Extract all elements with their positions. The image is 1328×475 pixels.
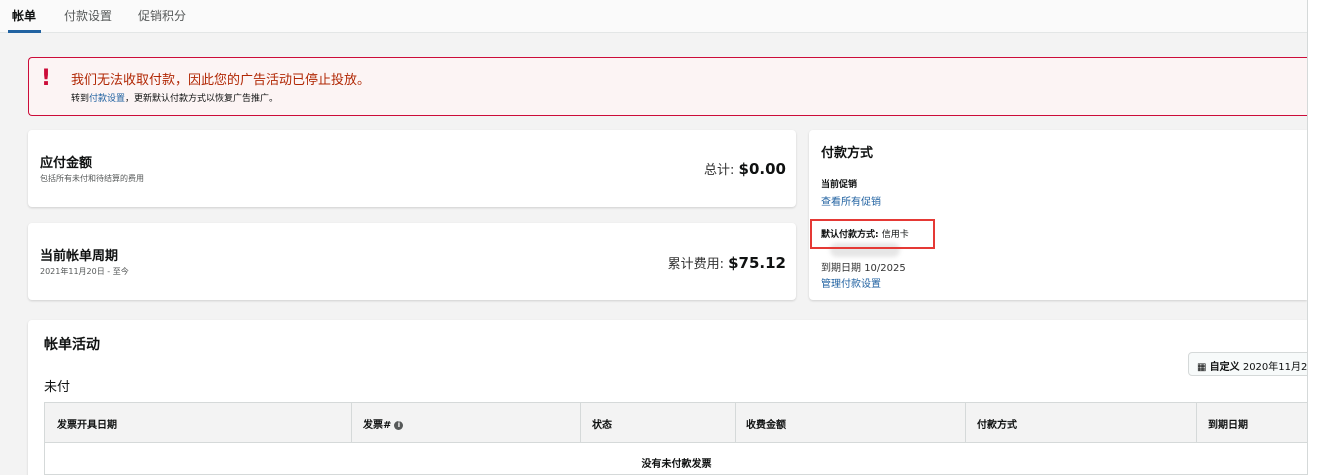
amount-due-subtitle: 包括所有未付和待结算的费用 bbox=[40, 174, 144, 183]
alert-title: 我们无法收取付款，因此您的广告活动已停止投放。 bbox=[71, 73, 371, 88]
right-panel-edge bbox=[1307, 0, 1328, 475]
col-due-date[interactable]: 到期日期 bbox=[1208, 416, 1248, 431]
column-divider bbox=[735, 403, 736, 443]
accrued-label: 累计费用: bbox=[667, 257, 724, 272]
amount-due-title: 应付金额 bbox=[40, 156, 93, 171]
billing-activity-title: 帐单活动 bbox=[44, 337, 100, 353]
col-status[interactable]: 状态 bbox=[592, 416, 612, 431]
empty-table-message: 没有未付款发票 bbox=[641, 459, 712, 470]
info-icon[interactable]: i bbox=[394, 420, 404, 430]
expiry-label: 到期日期 bbox=[821, 263, 861, 274]
col-invoice-date[interactable]: 发票开具日期 bbox=[57, 416, 117, 431]
column-divider bbox=[351, 403, 352, 443]
total-label: 总计: bbox=[704, 163, 735, 178]
unpaid-invoices-table: 发票开具日期 发票# i 状态 收费金额 付款方式 到期日期 没有未付款发票 bbox=[44, 402, 1308, 475]
payment-failed-alert: ! 我们无法收取付款，因此您的广告活动已停止投放。 转到付款设置，更新默认付款方… bbox=[28, 57, 1307, 116]
alert-body: 转到付款设置，更新默认付款方式以恢复广告推广。 bbox=[71, 91, 278, 104]
alert-icon: ! bbox=[41, 66, 52, 91]
total-value: $0.00 bbox=[738, 160, 786, 178]
col-invoice-number-label: 发票# bbox=[363, 420, 392, 431]
column-divider bbox=[580, 403, 581, 443]
date-filter-label: 自定义 bbox=[1209, 362, 1240, 373]
calendar-icon: ▦ bbox=[1197, 362, 1207, 373]
column-divider bbox=[965, 403, 966, 443]
active-tab-indicator bbox=[8, 30, 41, 33]
unpaid-section-label: 未付 bbox=[44, 380, 71, 395]
accrued-value: $75.12 bbox=[728, 254, 786, 272]
date-filter-value: 2020年11月2 bbox=[1242, 362, 1308, 373]
manage-payment-settings-link[interactable]: 管理付款设置 bbox=[821, 275, 881, 290]
col-payment-method[interactable]: 付款方式 bbox=[977, 416, 1017, 431]
card-expiry: 到期日期 10/2025 bbox=[821, 259, 906, 274]
amount-due-total: 总计: $0.00 bbox=[704, 159, 786, 178]
table-header: 发票开具日期 发票# i 状态 收费金额 付款方式 到期日期 bbox=[45, 403, 1308, 443]
date-range-filter-button[interactable]: ▦ 自定义 2020年11月2 bbox=[1188, 352, 1313, 376]
alert-body-suffix: ，更新默认付款方式以恢复广告推广。 bbox=[125, 94, 279, 104]
billing-cycle-title: 当前帐单周期 bbox=[40, 249, 119, 264]
col-amount[interactable]: 收费金额 bbox=[746, 416, 786, 431]
tab-payment-settings[interactable]: 付款设置 bbox=[64, 7, 112, 24]
billing-cycle-dates: 2021年11月20日 - 至今 bbox=[40, 267, 129, 276]
tab-promo-credits[interactable]: 促销积分 bbox=[138, 7, 186, 24]
col-invoice-number[interactable]: 发票# i bbox=[363, 416, 404, 431]
tab-billing[interactable]: 帐单 bbox=[12, 7, 36, 24]
amount-due-card: 应付金额 包括所有未付和待结算的费用 总计: $0.00 bbox=[28, 130, 796, 207]
billing-cycle-card: 当前帐单周期 2021年11月20日 - 至今 累计费用: $75.12 bbox=[28, 223, 796, 300]
payment-method-title: 付款方式 bbox=[821, 146, 874, 161]
tab-bar: 帐单 付款设置 促销积分 bbox=[0, 0, 1328, 33]
payment-method-card: 付款方式 当前促销 查看所有促销 默认付款方式: 信用卡 到期日期 10/202… bbox=[809, 130, 1307, 300]
alert-body-prefix: 转到 bbox=[71, 94, 90, 104]
expiry-value: 10/2025 bbox=[864, 263, 906, 274]
accrued-cost: 累计费用: $75.12 bbox=[668, 253, 786, 272]
current-promo-label: 当前促销 bbox=[821, 180, 858, 190]
column-divider bbox=[1196, 403, 1197, 443]
highlight-annotation bbox=[810, 219, 935, 249]
view-all-promos-link[interactable]: 查看所有促销 bbox=[821, 193, 881, 208]
payment-settings-link[interactable]: 付款设置 bbox=[89, 94, 125, 104]
